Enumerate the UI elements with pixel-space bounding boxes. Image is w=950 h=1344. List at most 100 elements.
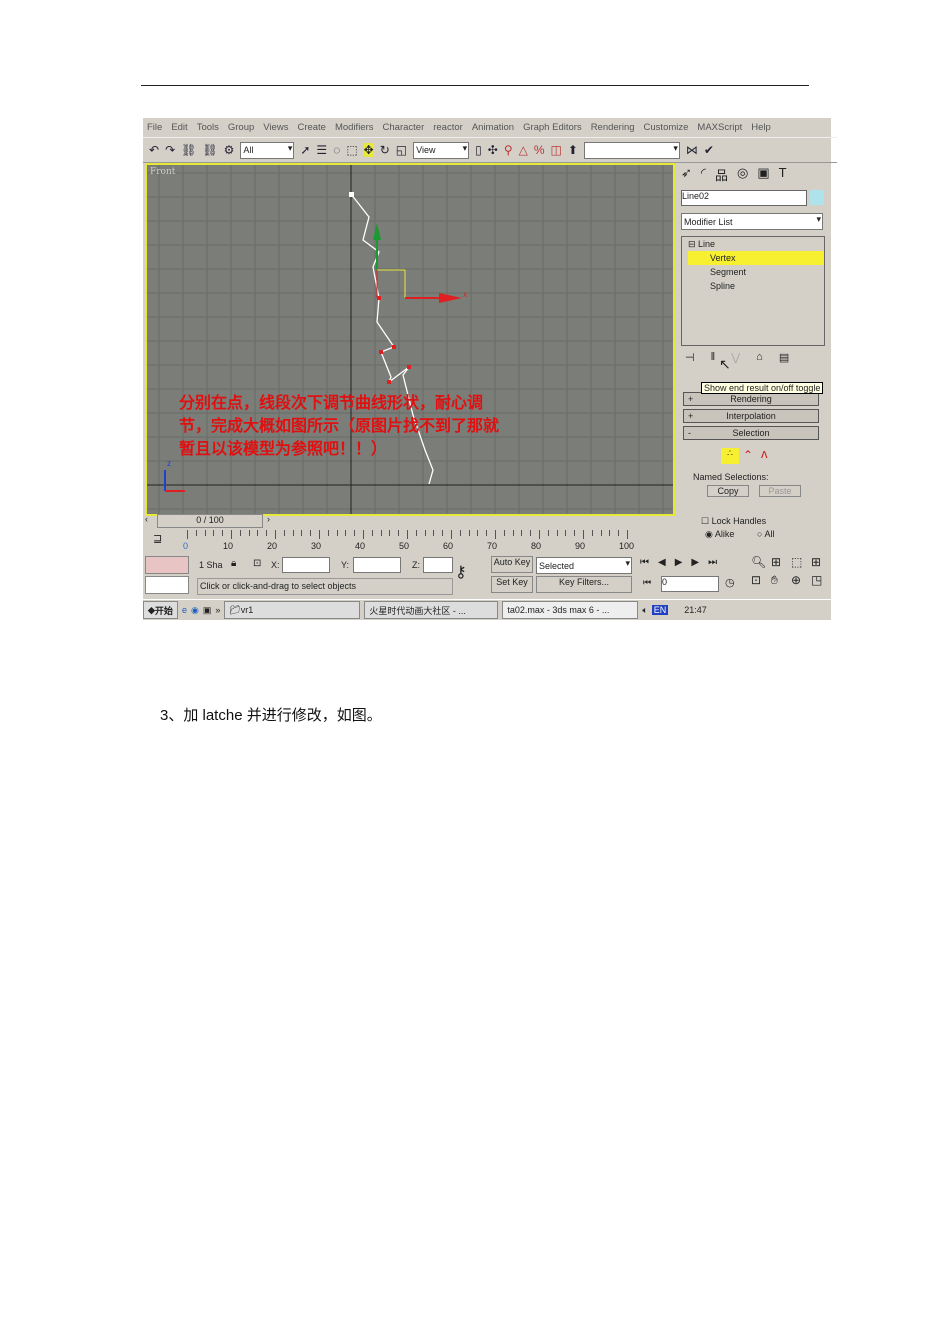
lock-selection-icon[interactable]: 🔒︎ — [231, 558, 236, 569]
vertex-level-icon[interactable]: ∴ — [721, 448, 739, 464]
menu-item[interactable]: File — [147, 122, 162, 133]
selection-filter-dropdown[interactable]: All — [240, 141, 295, 159]
snap-icon[interactable]: ⚲ — [504, 143, 513, 157]
move-icon[interactable]: ✥ — [363, 143, 374, 157]
manipulate-icon[interactable]: ✣ — [488, 143, 498, 157]
front-viewport[interactable]: Front x z 分别在点，线段次下调节曲线形状，耐心调节，完成大概如图所示（… — [145, 163, 675, 516]
viewport-label[interactable]: Front — [150, 167, 175, 177]
create-tab-icon[interactable]: ➶ — [681, 165, 692, 184]
time-slider-thumb[interactable]: 0 / 100 — [157, 514, 263, 528]
link-icon[interactable]: ⛓ — [181, 143, 196, 157]
reference-coord-dropdown[interactable]: View — [413, 141, 470, 159]
lock-handles-checkbox[interactable]: ☐ Lock Handles — [701, 516, 766, 527]
angle-snap-icon[interactable]: △ — [519, 143, 528, 157]
quicklaunch-icon[interactable]: ◉ — [191, 605, 199, 616]
menu-item[interactable]: Create — [297, 122, 326, 133]
current-frame-field[interactable]: 0 — [661, 576, 719, 592]
maxscript-listener-white[interactable] — [145, 576, 189, 594]
select-by-name-icon[interactable]: ☰ — [316, 143, 327, 157]
utilities-tab-icon[interactable]: T — [779, 165, 787, 184]
volume-icon[interactable]: 🔈︎ — [642, 605, 647, 616]
pin-stack-icon[interactable]: ⊣ — [685, 351, 695, 364]
set-key-button[interactable]: Set Key — [491, 576, 533, 593]
menu-item[interactable]: reactor — [433, 122, 463, 133]
menu-item[interactable]: MAXScript — [697, 122, 742, 133]
motion-tab-icon[interactable]: ◎ — [737, 165, 748, 184]
key-mode-dropdown[interactable]: Selected — [536, 557, 632, 574]
auto-key-button[interactable]: Auto Key — [491, 556, 533, 573]
show-end-result-icon[interactable]: ‖ — [711, 351, 716, 364]
zoom-extents-all-icon[interactable]: ⊞ — [811, 555, 831, 569]
set-key-icon[interactable]: ⚷ — [455, 562, 467, 582]
object-color-swatch[interactable] — [810, 190, 824, 205]
display-tab-icon[interactable]: ▣ — [757, 165, 769, 184]
spinner-snap-icon[interactable]: ◫ — [551, 143, 562, 157]
transform-gizmo[interactable] — [373, 223, 462, 303]
rollout-rendering[interactable]: + Rendering — [683, 392, 819, 406]
pivot-icon[interactable]: ▯ — [475, 143, 482, 157]
alike-radio[interactable]: ◉ Alike — [705, 529, 734, 540]
undo-icon[interactable]: ↶ — [149, 143, 159, 157]
modifier-list-dropdown[interactable]: Modifier List — [681, 213, 823, 230]
y-coordinate-field[interactable] — [353, 557, 401, 573]
object-name-field[interactable]: Line02 — [681, 190, 807, 206]
align-icon[interactable]: ✔ — [704, 143, 714, 157]
task-3dsmax[interactable]: ta02.max - 3ds max 6 - ... — [502, 601, 639, 619]
region-zoom-icon[interactable]: ⊡ — [751, 573, 771, 588]
remove-modifier-icon[interactable]: ⌂ — [756, 351, 763, 364]
modify-tab-icon[interactable]: ◜ — [701, 165, 706, 184]
paste-button[interactable]: Paste — [759, 485, 801, 497]
scale-icon[interactable]: ◱ — [396, 143, 407, 157]
menu-item[interactable]: Group — [228, 122, 254, 133]
play-icon[interactable]: ▶ — [675, 557, 683, 568]
percent-snap-icon[interactable]: % — [534, 143, 545, 157]
z-coordinate-field[interactable] — [423, 557, 453, 573]
start-button[interactable]: ◆ 开始 — [143, 601, 178, 619]
zoom-all-icon[interactable]: ⊞ — [771, 555, 791, 569]
rotate-icon[interactable]: ↻ — [380, 143, 390, 157]
menu-item[interactable]: Edit — [171, 122, 187, 133]
stack-item-line[interactable]: ⊟ Line — [688, 237, 824, 251]
menu-item[interactable]: Rendering — [591, 122, 635, 133]
stack-item-vertex[interactable]: Vertex — [688, 251, 824, 265]
arc-rotate-icon[interactable]: ⊕ — [791, 573, 811, 588]
quicklaunch-more-icon[interactable]: » — [215, 605, 220, 615]
edit-named-selection-icon[interactable]: ⬆ — [568, 143, 578, 157]
go-to-start-icon[interactable]: ⏮ — [640, 557, 649, 568]
previous-frame-icon[interactable]: ◀ — [658, 557, 666, 568]
rollout-selection[interactable]: - Selection — [683, 426, 819, 440]
maxscript-listener-pink[interactable] — [145, 556, 189, 574]
window-crossing-icon[interactable]: ⬚ — [346, 143, 357, 157]
timeline-ruler[interactable]: 0 10 20 30 40 50 60 70 80 90 100 — [183, 530, 675, 560]
menu-item[interactable]: Graph Editors — [523, 122, 582, 133]
menu-item[interactable]: Customize — [644, 122, 689, 133]
spline-level-icon[interactable]: ʌ — [761, 446, 768, 461]
task-browser[interactable]: 火星时代动画大社区 - ... — [364, 601, 499, 619]
zoom-icon[interactable]: 🔍︎ — [751, 555, 771, 569]
named-selection-set-dropdown[interactable] — [583, 141, 680, 159]
language-indicator[interactable]: EN — [651, 605, 669, 615]
ie-icon[interactable]: e — [182, 605, 187, 615]
redo-icon[interactable]: ↷ — [165, 143, 175, 157]
menu-item[interactable]: Character — [383, 122, 425, 133]
menu-item[interactable]: Modifiers — [335, 122, 374, 133]
configure-modifier-sets-icon[interactable]: ▤ — [779, 351, 789, 364]
key-filters-button[interactable]: Key Filters... — [536, 576, 632, 593]
mirror-icon[interactable]: ⋈ — [686, 143, 698, 157]
segment-level-icon[interactable]: ⌃ — [743, 448, 753, 462]
select-icon[interactable]: ➚ — [300, 143, 310, 157]
copy-button[interactable]: Copy — [707, 485, 749, 497]
unlink-icon[interactable]: ⛓ — [202, 143, 217, 157]
bind-icon[interactable]: ⚙ — [224, 143, 235, 157]
zoom-extents-icon[interactable]: ⬚ — [791, 555, 811, 569]
menu-item[interactable]: Views — [263, 122, 288, 133]
desktop-icon[interactable]: ▣ — [203, 605, 212, 616]
absolute-mode-icon[interactable]: ⊡ — [253, 558, 261, 569]
next-frame-icon[interactable]: ▶ — [691, 557, 699, 568]
task-vr1[interactable]: 📁︎ vr1 — [224, 601, 361, 619]
make-unique-icon[interactable]: ⋁ — [731, 351, 740, 364]
x-coordinate-field[interactable] — [282, 557, 330, 573]
all-radio[interactable]: ○ All — [757, 529, 774, 539]
go-to-end-icon[interactable]: ⏭ — [708, 557, 717, 568]
stack-item-segment[interactable]: Segment — [688, 265, 824, 279]
